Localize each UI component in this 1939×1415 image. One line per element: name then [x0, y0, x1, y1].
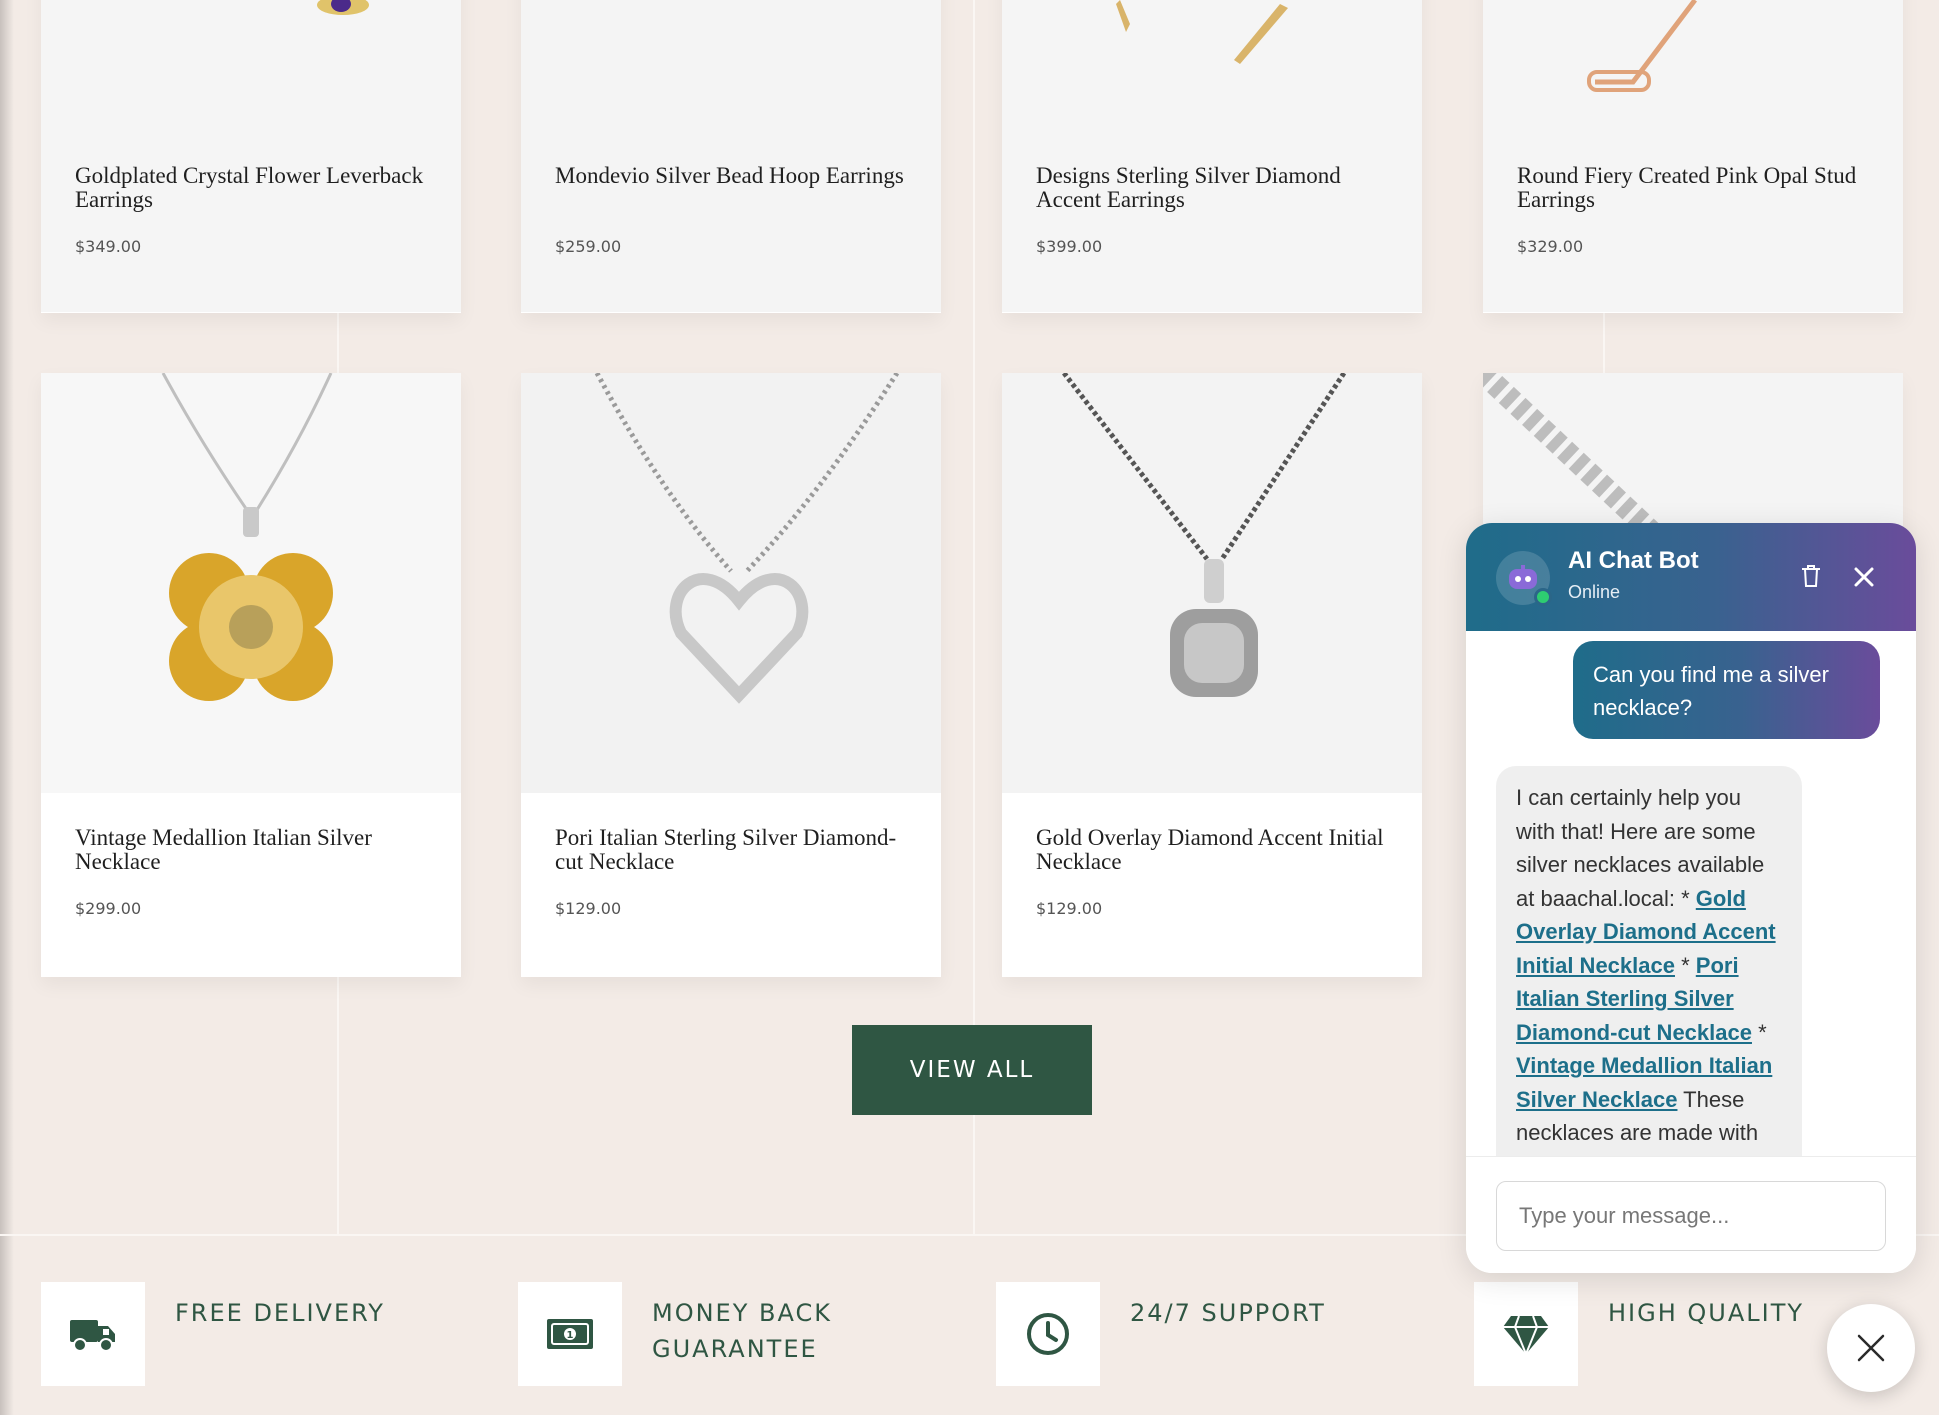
feature-free-delivery: FREE DELIVERY: [41, 1282, 481, 1386]
product-card[interactable]: Designs Sterling Silver Diamond Accent E…: [1002, 0, 1422, 313]
product-title[interactable]: Designs Sterling Silver Diamond Accent E…: [1036, 164, 1396, 212]
svg-text:1: 1: [567, 1330, 574, 1341]
feature-label: 24/7 SUPPORT: [1130, 1299, 1326, 1327]
product-image[interactable]: [41, 0, 461, 312]
product-image[interactable]: [41, 373, 461, 793]
product-title[interactable]: Gold Overlay Diamond Accent Initial Neck…: [1036, 826, 1396, 874]
product-title[interactable]: Goldplated Crystal Flower Leverback Earr…: [75, 164, 435, 212]
truck-icon: [41, 1282, 145, 1386]
product-image[interactable]: [521, 373, 941, 793]
product-title[interactable]: Vintage Medallion Italian Silver Necklac…: [75, 826, 435, 874]
feature-support: 24/7 SUPPORT: [996, 1282, 1436, 1386]
product-price: $259.00: [555, 237, 622, 256]
bot-message-text: *: [1674, 952, 1696, 978]
chat-footer: [1466, 1156, 1916, 1273]
view-all-button[interactable]: VIEW ALL: [852, 1025, 1092, 1115]
product-price: $299.00: [75, 899, 142, 918]
online-status-dot: [1534, 588, 1552, 606]
product-card[interactable]: Vintage Medallion Italian Silver Necklac…: [41, 373, 461, 977]
product-image[interactable]: [1483, 0, 1903, 312]
product-image[interactable]: [521, 0, 941, 312]
chat-widget: AI Chat Bot Online Can you find me a sil…: [1466, 523, 1916, 1273]
product-image[interactable]: [1002, 373, 1422, 793]
product-card[interactable]: Round Fiery Created Pink Opal Stud Earri…: [1483, 0, 1903, 313]
product-title[interactable]: Round Fiery Created Pink Opal Stud Earri…: [1517, 164, 1877, 212]
product-title[interactable]: Pori Italian Sterling Silver Diamond-cut…: [555, 826, 915, 874]
product-card[interactable]: Pori Italian Sterling Silver Diamond-cut…: [521, 373, 941, 977]
product-price: $129.00: [555, 899, 622, 918]
feature-label: MONEY BACK GUARANTEE: [652, 1299, 832, 1363]
cash-icon: 1: [518, 1282, 622, 1386]
close-icon: [1857, 1334, 1885, 1362]
chat-bot-status: Online: [1568, 582, 1621, 602]
product-title[interactable]: Mondevio Silver Bead Hoop Earrings: [555, 164, 915, 188]
clock-icon: [996, 1282, 1100, 1386]
chat-header: AI Chat Bot Online: [1466, 523, 1916, 631]
chat-toggle-button[interactable]: [1827, 1304, 1915, 1392]
chat-message-input[interactable]: [1496, 1181, 1886, 1251]
product-price: $399.00: [1036, 237, 1103, 256]
feature-label: FREE DELIVERY: [175, 1299, 385, 1327]
feature-label: HIGH QUALITY: [1608, 1299, 1805, 1327]
product-image[interactable]: [1002, 0, 1422, 312]
product-card[interactable]: Gold Overlay Diamond Accent Initial Neck…: [1002, 373, 1422, 977]
product-price: $329.00: [1517, 237, 1584, 256]
page: Goldplated Crystal Flower Leverback Earr…: [0, 0, 1939, 1415]
bot-message: I can certainly help you with that! Here…: [1496, 766, 1802, 1156]
product-price: $349.00: [75, 237, 142, 256]
product-card[interactable]: Goldplated Crystal Flower Leverback Earr…: [41, 0, 461, 313]
user-message: Can you find me a silver necklace?: [1573, 641, 1880, 739]
diamond-icon: [1474, 1282, 1578, 1386]
bot-message-text: *: [1751, 1019, 1767, 1045]
left-edge-shadow: [0, 0, 14, 1415]
feature-quality: HIGH QUALITY: [1474, 1282, 1874, 1386]
feature-money-back: 1 MONEY BACK GUARANTEE: [518, 1282, 958, 1386]
chat-messages[interactable]: Can you find me a silver necklace? I can…: [1466, 631, 1916, 1156]
chat-bot-name: AI Chat Bot: [1568, 547, 1699, 574]
product-price: $129.00: [1036, 899, 1103, 918]
close-chat-icon[interactable]: [1850, 563, 1878, 591]
trash-icon[interactable]: [1796, 561, 1826, 591]
product-card[interactable]: Mondevio Silver Bead Hoop Earrings $259.…: [521, 0, 941, 313]
